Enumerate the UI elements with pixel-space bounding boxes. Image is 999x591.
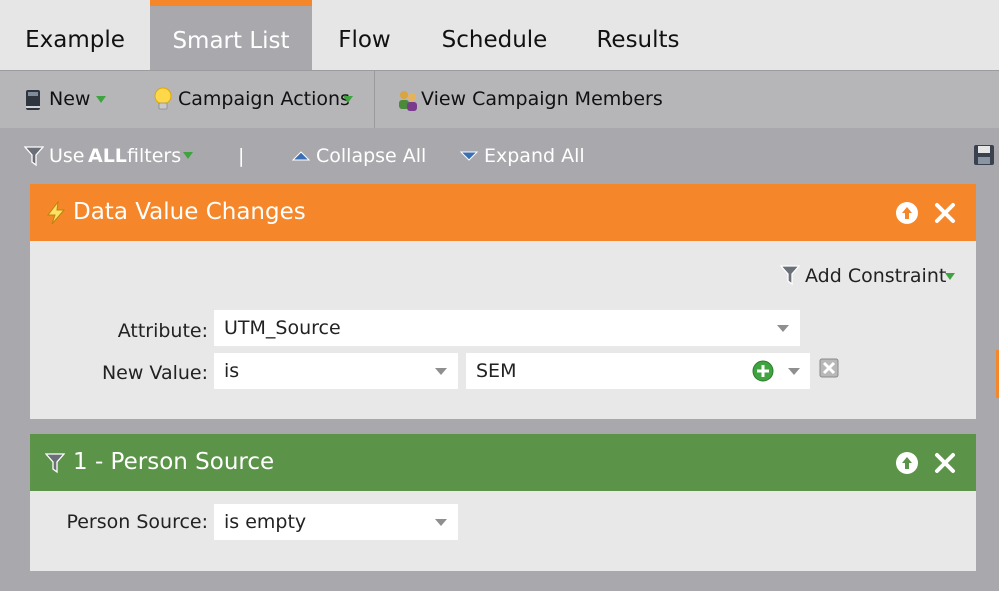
use-filters-mode: ALL xyxy=(88,145,127,167)
tab-smart-list[interactable]: Smart List xyxy=(150,0,312,70)
new-value-operator-select[interactable]: is xyxy=(214,353,458,389)
chevron-down-icon xyxy=(435,519,447,526)
filter-card-title: 1 - Person Source xyxy=(73,449,275,475)
chevron-down-icon xyxy=(435,368,447,375)
chevron-down-icon xyxy=(777,325,789,332)
new-dropdown-arrow-icon xyxy=(96,96,106,103)
new-button[interactable]: New xyxy=(24,71,116,128)
lightning-icon xyxy=(46,201,66,225)
view-campaign-members-button[interactable]: View Campaign Members xyxy=(396,71,663,128)
view-campaign-members-label: View Campaign Members xyxy=(421,88,663,110)
close-icon xyxy=(935,203,955,223)
trigger-card-header: Data Value Changes xyxy=(30,184,976,241)
chevron-down-icon xyxy=(788,368,800,375)
toolbar: New Campaign Actions View Campaign Membe… xyxy=(0,70,999,128)
tab-flow[interactable]: Flow xyxy=(312,0,417,70)
move-up-button[interactable] xyxy=(896,202,918,224)
funnel-icon xyxy=(24,146,44,167)
collapse-all-label: Collapse All xyxy=(316,145,427,167)
delete-constraint-icon[interactable] xyxy=(819,358,839,378)
tab-example[interactable]: Example xyxy=(0,0,150,70)
expand-all-button[interactable]: Expand All xyxy=(460,128,585,184)
add-constraint-dropdown-arrow-icon xyxy=(945,273,955,280)
collapse-all-button[interactable]: Collapse All xyxy=(292,128,426,184)
attribute-select-value: UTM_Source xyxy=(224,317,341,339)
tab-schedule[interactable]: Schedule xyxy=(417,0,572,70)
marketo-smart-list-screen: Example Smart List Flow Schedule Results… xyxy=(0,0,999,591)
campaign-actions-label: Campaign Actions xyxy=(178,88,350,110)
remove-trigger-button[interactable] xyxy=(934,202,956,224)
use-all-filters-dropdown[interactable]: Use ALL filters xyxy=(24,128,199,184)
add-constraint-label: Add Constraint xyxy=(805,265,947,287)
campaign-actions-dropdown-arrow-icon xyxy=(343,96,353,103)
campaign-actions-button[interactable]: Campaign Actions xyxy=(154,71,359,128)
arrow-up-icon xyxy=(902,457,912,469)
plus-circle-icon[interactable] xyxy=(752,360,774,382)
remove-filter-button[interactable] xyxy=(934,452,956,474)
tab-results[interactable]: Results xyxy=(572,0,704,70)
use-filters-dropdown-arrow-icon xyxy=(183,152,193,159)
toolbar-divider xyxy=(374,71,375,128)
floppy-disk-icon[interactable] xyxy=(973,144,995,166)
people-icon xyxy=(399,91,417,111)
arrow-up-icon xyxy=(902,207,912,219)
trigger-card-data-value-changes: Data Value Changes Add Constraint Attrib… xyxy=(30,184,976,419)
person-source-label: Person Source: xyxy=(66,511,208,533)
add-constraint-button[interactable]: Add Constraint xyxy=(780,263,960,289)
move-up-button[interactable] xyxy=(896,452,918,474)
filter-card-header: 1 - Person Source xyxy=(30,434,976,491)
chevron-down-icon xyxy=(460,151,478,161)
funnel-icon xyxy=(780,265,800,286)
lightbulb-icon xyxy=(154,87,172,110)
attribute-label: Attribute: xyxy=(117,320,208,342)
new-value-operator-value: is xyxy=(224,360,240,382)
new-value-input-value: SEM xyxy=(476,360,517,382)
use-filters-prefix: Use xyxy=(49,145,85,167)
filter-card-body: Person Source: is empty xyxy=(30,491,976,571)
attribute-select[interactable]: UTM_Source xyxy=(214,310,800,346)
new-value-input[interactable]: SEM xyxy=(466,353,810,389)
funnel-icon xyxy=(45,453,65,474)
tab-bar: Example Smart List Flow Schedule Results xyxy=(0,0,999,70)
trigger-card-title: Data Value Changes xyxy=(73,199,306,225)
new-button-label: New xyxy=(49,88,91,110)
person-source-operator-value: is empty xyxy=(224,511,307,533)
new-value-label: New Value: xyxy=(101,362,208,384)
trigger-card-body: Add Constraint Attribute: UTM_Source New… xyxy=(30,241,976,419)
person-source-operator-select[interactable]: is empty xyxy=(214,504,458,540)
filter-card-person-source: 1 - Person Source Person Source: is empt… xyxy=(30,434,976,571)
smart-list-panel: Use ALL filters | Collapse All Expand Al… xyxy=(0,128,999,591)
filterbar-separator: | xyxy=(238,145,245,167)
expand-all-label: Expand All xyxy=(484,145,585,167)
use-filters-suffix: filters xyxy=(127,145,182,167)
book-icon xyxy=(26,90,40,110)
chevron-up-icon xyxy=(292,151,310,161)
close-icon xyxy=(935,453,955,473)
